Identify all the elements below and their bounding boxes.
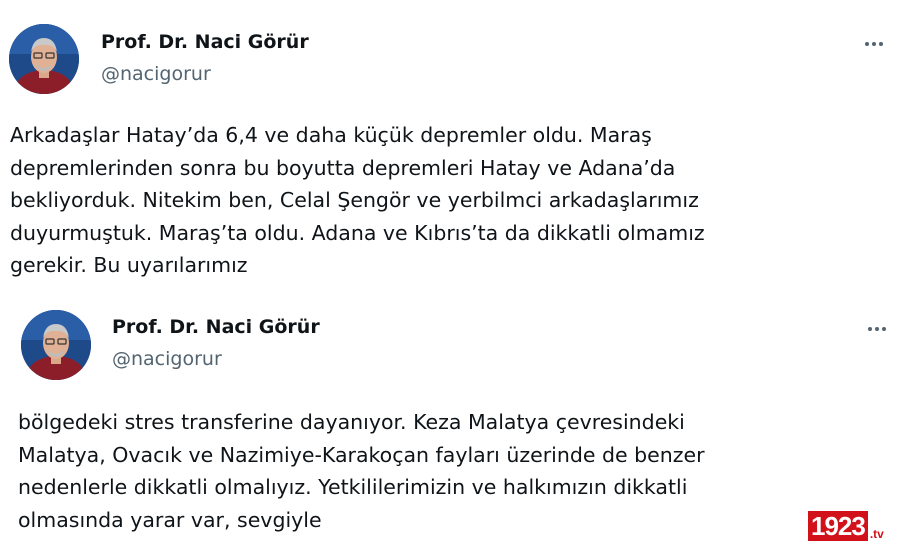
tweet-text: bölgedeki stres transferine dayanıyor. K…	[18, 410, 705, 532]
tweet-1: Prof. Dr. Naci Görür @nacigorur Arkadaşl…	[0, 0, 899, 290]
more-options-icon[interactable]	[862, 319, 892, 339]
watermark-suffix: .tv	[869, 527, 884, 541]
profile-photo-icon	[9, 24, 79, 94]
watermark-number: 1923	[808, 511, 868, 541]
author-name[interactable]: Prof. Dr. Naci Görür	[101, 31, 309, 53]
watermark-logo: 1923 .tv	[808, 511, 898, 541]
avatar[interactable]	[9, 24, 79, 94]
more-options-icon[interactable]	[859, 34, 889, 54]
tweet-2: Prof. Dr. Naci Görür @nacigorur bölgedek…	[0, 290, 899, 545]
profile-photo-icon	[21, 310, 91, 380]
author-name[interactable]: Prof. Dr. Naci Görür	[112, 316, 320, 338]
avatar[interactable]	[21, 310, 91, 380]
author-handle[interactable]: @nacigorur	[101, 63, 211, 85]
author-handle[interactable]: @nacigorur	[112, 348, 222, 370]
tweet-text: Arkadaşlar Hatay’da 6,4 ve daha küçük de…	[10, 123, 705, 277]
